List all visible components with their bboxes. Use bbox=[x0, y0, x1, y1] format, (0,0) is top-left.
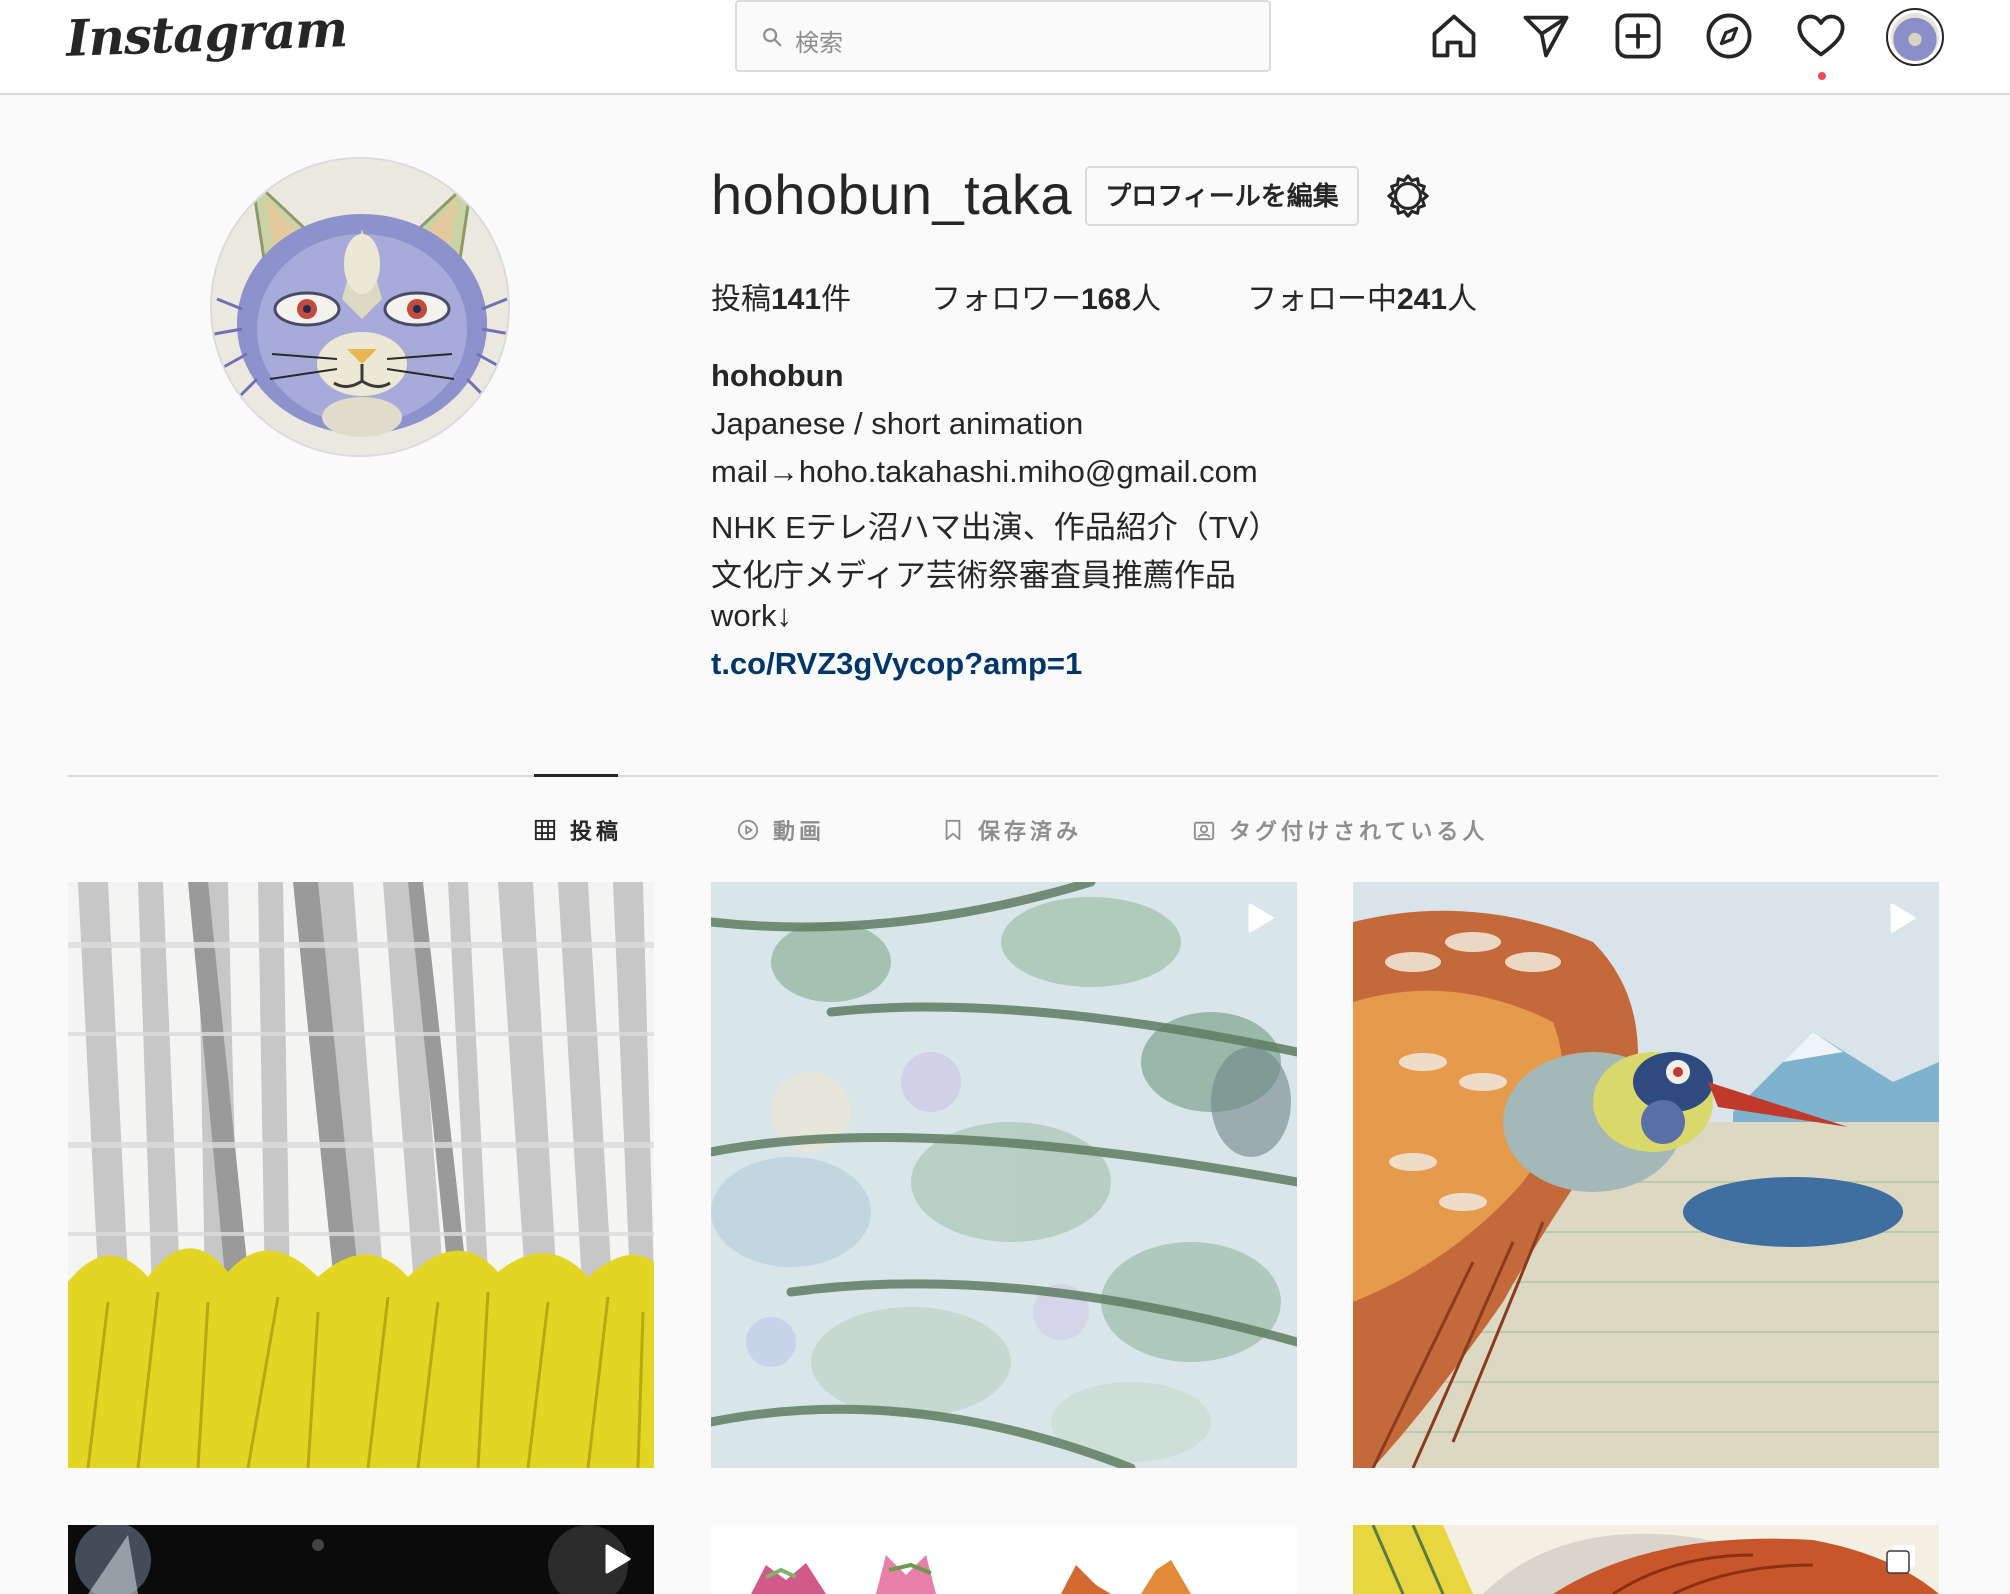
profile-avatar[interactable] bbox=[1886, 8, 1944, 66]
bio-display-name: hohobun bbox=[711, 358, 844, 393]
new-post-icon[interactable] bbox=[1612, 10, 1664, 62]
post-tile[interactable] bbox=[711, 1525, 1297, 1594]
activity-heart-icon[interactable] bbox=[1795, 10, 1847, 62]
search-icon bbox=[763, 28, 782, 47]
tagged-icon bbox=[1193, 821, 1215, 841]
post-image bbox=[1353, 1525, 1939, 1594]
tab-posts-label: 投稿 bbox=[570, 819, 623, 844]
posts-label: 投稿 bbox=[711, 283, 771, 316]
bio-line: work↓ bbox=[711, 598, 792, 633]
nav-avatar-image bbox=[1891, 13, 1939, 61]
following-label: フォロー中 bbox=[1247, 283, 1397, 316]
post-tile[interactable] bbox=[711, 882, 1297, 1468]
grid-icon bbox=[534, 819, 556, 841]
post-tile[interactable] bbox=[1353, 1525, 1939, 1594]
edit-profile-button[interactable]: プロフィールを編集 bbox=[1085, 166, 1359, 226]
following-stat[interactable]: フォロー中241人 bbox=[1247, 274, 1477, 318]
cat-portrait-image bbox=[212, 159, 508, 455]
bio-line: mail→hoho.takahashi.miho@gmail.com bbox=[711, 454, 1258, 489]
post-tile[interactable] bbox=[1353, 882, 1939, 1468]
video-play-icon bbox=[737, 819, 759, 841]
bio-line: NHK Eテレ沼ハマ出演、作品紹介（TV） bbox=[711, 510, 1280, 545]
search-input[interactable]: 検索 bbox=[735, 0, 1271, 72]
settings-gear-icon[interactable] bbox=[1385, 173, 1431, 219]
posts-unit: 件 bbox=[821, 283, 852, 316]
post-image bbox=[711, 1525, 1297, 1594]
posts-count-stat: 投稿141件 bbox=[711, 274, 851, 318]
tab-saved[interactable]: 保存済み bbox=[942, 815, 1082, 845]
following-unit: 人 bbox=[1447, 283, 1478, 316]
profile-picture[interactable] bbox=[210, 157, 510, 457]
instagram-logo[interactable]: Instagram bbox=[65, 0, 348, 68]
video-badge-icon bbox=[1248, 903, 1274, 933]
post-image bbox=[68, 1525, 654, 1594]
direct-message-icon[interactable] bbox=[1520, 10, 1572, 62]
tab-tagged-label: タグ付けされている人 bbox=[1229, 819, 1489, 844]
video-badge-icon bbox=[1890, 903, 1916, 933]
explore-icon[interactable] bbox=[1703, 10, 1755, 62]
followers-stat[interactable]: フォロワー168人 bbox=[931, 274, 1161, 318]
post-tile[interactable] bbox=[68, 1525, 654, 1594]
tab-videos[interactable]: 動画 bbox=[737, 815, 825, 845]
tab-videos-label: 動画 bbox=[773, 819, 826, 844]
active-tab-indicator bbox=[534, 774, 618, 777]
post-image bbox=[68, 882, 654, 1468]
bio-external-link[interactable]: t.co/RVZ3gVycop?amp=1 bbox=[711, 646, 1082, 682]
video-badge-icon bbox=[605, 1544, 631, 1574]
tab-saved-label: 保存済み bbox=[978, 819, 1083, 844]
followers-label: フォロワー bbox=[931, 283, 1081, 316]
followers-count: 168 bbox=[1081, 283, 1132, 316]
top-navigation-bar: Instagram 検索 bbox=[0, 0, 2010, 95]
tabs-divider bbox=[68, 775, 1938, 777]
carousel-icon bbox=[1886, 1545, 1915, 1574]
bio-line: 文化庁メディア芸術祭審査員推薦作品 bbox=[711, 558, 1236, 593]
followers-unit: 人 bbox=[1131, 283, 1162, 316]
home-icon[interactable] bbox=[1428, 10, 1480, 62]
tab-posts[interactable]: 投稿 bbox=[534, 815, 622, 845]
posts-count: 141 bbox=[771, 283, 822, 316]
bookmark-icon bbox=[945, 819, 961, 841]
bio-line: Japanese / short animation bbox=[711, 406, 1084, 441]
notification-dot bbox=[1818, 72, 1826, 80]
following-count: 241 bbox=[1397, 283, 1448, 316]
profile-username: hohobun_taka bbox=[711, 163, 1073, 226]
post-image bbox=[711, 882, 1297, 1468]
search-placeholder: 検索 bbox=[795, 30, 843, 57]
tab-tagged[interactable]: タグ付けされている人 bbox=[1193, 815, 1488, 845]
post-image bbox=[1353, 882, 1939, 1468]
post-tile[interactable] bbox=[68, 882, 654, 1468]
